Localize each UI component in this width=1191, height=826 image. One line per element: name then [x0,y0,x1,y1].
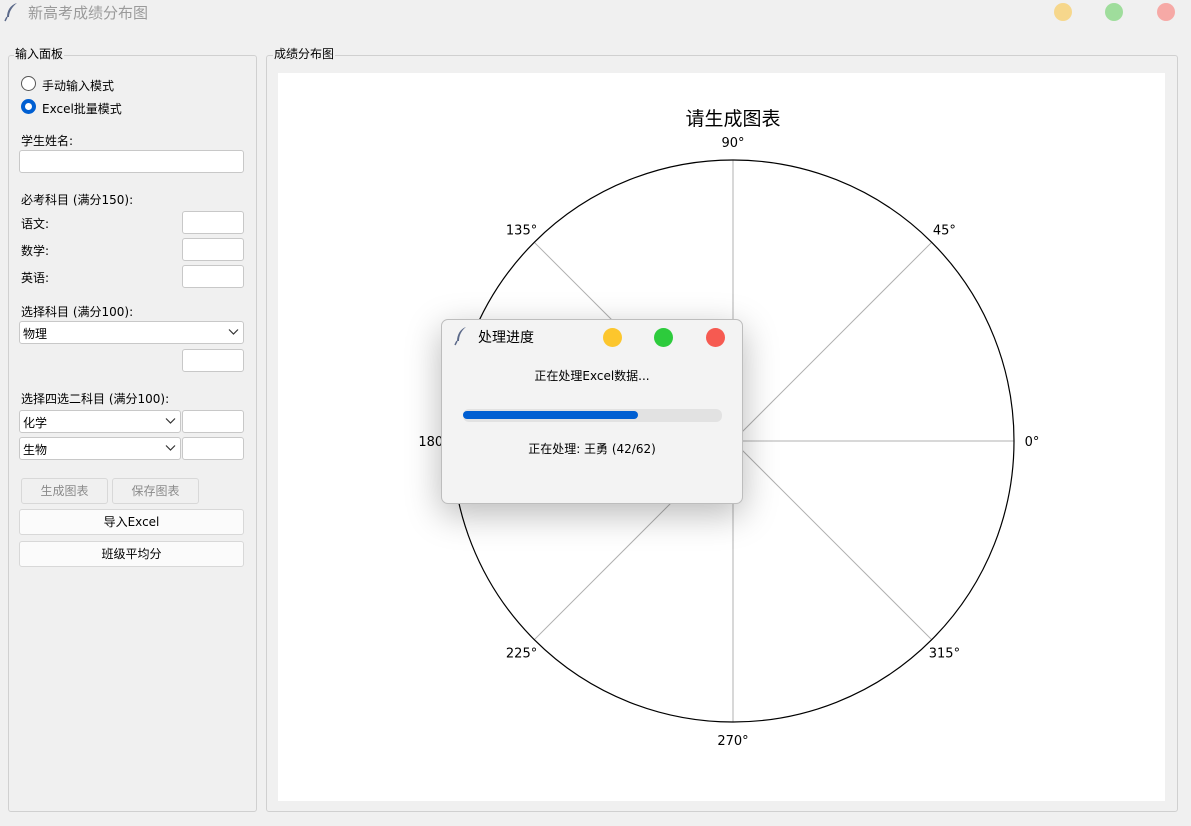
dialog-close-button[interactable] [706,328,725,347]
elective-subject-select[interactable]: 物理 [19,321,244,344]
math-score-input[interactable] [182,238,244,261]
dialog-maximize-button[interactable] [654,328,673,347]
feather-icon [4,3,17,22]
chinese-score-input[interactable] [182,211,244,234]
math-label: 数学: [21,244,50,258]
angle-tick-label: 45° [933,224,956,239]
close-button[interactable] [1157,3,1175,21]
progress-bar-fill [463,411,639,419]
elective-subject-value: 物理 [23,327,48,341]
maximize-button[interactable] [1105,3,1123,21]
angle-tick-label: 315° [929,646,960,661]
save-chart-button[interactable]: 保存图表 [112,478,199,504]
dialog-minimize-button[interactable] [603,328,622,347]
english-score-input[interactable] [182,265,244,288]
english-label: 英语: [21,271,50,285]
choose-two-value-1: 化学 [23,416,48,430]
dialog-status: 正在处理: 王勇 (42/62) [528,442,656,456]
choose-two-select-1[interactable]: 化学 [19,410,181,433]
chinese-label: 语文: [21,217,50,231]
student-name-label: 学生姓名: [21,134,74,148]
angle-tick-label: 270° [717,734,748,749]
chart-panel-title: 成绩分布图 [273,45,336,62]
import-excel-button[interactable]: 导入Excel [19,509,244,535]
progress-dialog: 处理进度 正在处理Excel数据... 正在处理: 王勇 (42/62) [441,319,743,504]
excel-mode-radio[interactable] [21,99,36,114]
choose-two-label: 选择四选二科目 (满分100): [21,392,170,406]
chart-title: 请生成图表 [685,108,780,130]
input-panel-title: 输入面板 [14,45,65,62]
chevron-down-icon [228,329,239,335]
feather-icon [454,327,466,346]
angle-tick-label: 135° [506,224,537,239]
choose-two-value-2: 生物 [23,443,48,457]
required-subjects-label: 必考科目 (满分150): [21,193,134,207]
chevron-down-icon [165,418,176,424]
angle-tick-label: 0° [1025,435,1040,450]
elective-subject-label: 选择科目 (满分100): [21,305,134,319]
angle-gridline [732,440,933,641]
angle-tick-label: 225° [506,646,537,661]
class-average-button[interactable]: 班级平均分 [19,541,244,567]
excel-mode-label[interactable]: Excel批量模式 [42,100,122,117]
angle-tick-label: 90° [721,136,744,151]
choose-two-score-input-2[interactable] [182,437,244,460]
dialog-message: 正在处理Excel数据... [534,369,650,383]
dialog-title: 处理进度 [478,330,534,346]
angle-gridline [732,241,933,442]
choose-two-select-2[interactable]: 生物 [19,437,181,460]
manual-mode-label[interactable]: 手动输入模式 [42,77,114,94]
student-name-input[interactable] [19,150,244,173]
title-bar: 新高考成绩分布图 [0,0,1191,28]
window-title: 新高考成绩分布图 [28,4,149,22]
elective-score-input[interactable] [182,349,244,372]
generate-chart-button[interactable]: 生成图表 [21,478,108,504]
manual-mode-radio[interactable] [21,76,36,91]
minimize-button[interactable] [1054,3,1072,21]
chevron-down-icon [165,445,176,451]
progress-bar [463,409,722,422]
choose-two-score-input-1[interactable] [182,410,244,433]
